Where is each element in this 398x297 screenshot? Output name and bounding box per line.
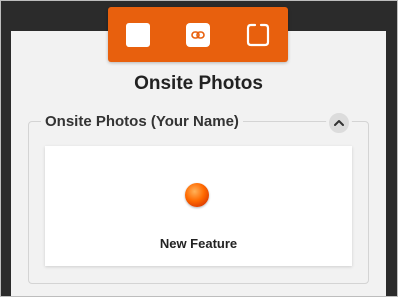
group-label: Onsite Photos (Your Name) (41, 113, 243, 130)
square-button[interactable] (126, 23, 150, 47)
expand-button[interactable] (246, 23, 270, 47)
feature-label: New Feature (159, 236, 238, 251)
collapse-button[interactable] (326, 110, 352, 136)
link-button[interactable] (186, 23, 210, 47)
feature-card[interactable]: New Feature (45, 146, 352, 266)
corners-icon (246, 23, 270, 47)
chevron-up-icon (334, 120, 344, 126)
page-title: Onsite Photos (134, 73, 263, 94)
orange-dot-icon (185, 183, 209, 207)
floating-toolbar (108, 7, 288, 62)
link-icon (191, 31, 205, 39)
